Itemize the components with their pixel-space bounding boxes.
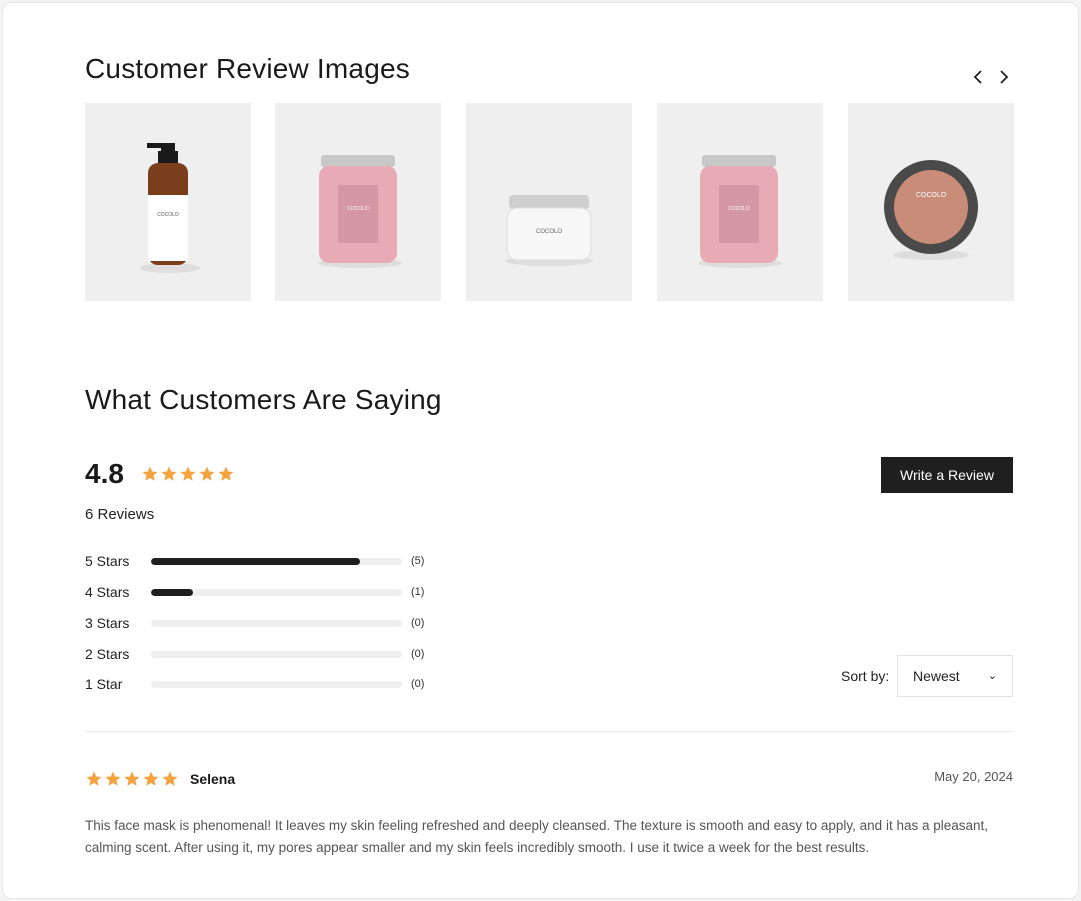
reviews-card: Customer Review Images COCOLO COCOLO COC… xyxy=(2,2,1079,899)
tin-label: COCOLO xyxy=(916,192,947,199)
star-icon xyxy=(86,771,102,786)
star-icon xyxy=(218,466,234,481)
round-tin-image: COCOLO xyxy=(884,160,978,260)
rating-bar-track xyxy=(151,650,402,658)
reviews-title: What Customers Are Saying xyxy=(85,384,442,415)
star-icon xyxy=(199,466,215,481)
divider xyxy=(85,731,1013,732)
gallery-nav xyxy=(971,67,1011,87)
star-icon xyxy=(105,771,121,786)
review-body: This face mask is phenomenal! It leaves … xyxy=(85,818,989,855)
jar-label: COCOLO xyxy=(347,206,369,212)
rating-bar-label: 5 Stars xyxy=(85,553,130,569)
rating-bar-track xyxy=(151,680,402,688)
star-icon xyxy=(161,466,177,481)
review-image-5[interactable]: COCOLO xyxy=(848,103,1014,301)
rating-bar-label: 4 Stars xyxy=(85,584,130,600)
review-image-4[interactable]: COCOLO xyxy=(657,103,823,301)
star-icon xyxy=(162,771,178,786)
rating-bar-label: 2 Stars xyxy=(85,646,130,662)
white-jar-label: COCOLO xyxy=(536,229,562,235)
review-count: 6 Reviews xyxy=(85,506,155,523)
write-review-button[interactable]: Write a Review xyxy=(881,457,1013,493)
rating-bar-fill xyxy=(151,588,193,596)
rating-bar-count: (5) xyxy=(411,555,425,567)
rating-bar-3: 3 Stars (0) xyxy=(85,613,424,633)
review-image-2[interactable]: COCOLO xyxy=(275,103,441,301)
rating-bar-count: (0) xyxy=(411,678,425,690)
chevron-down-icon: ⌄ xyxy=(987,670,997,682)
rating-bar-1: 1 Star (0) xyxy=(85,674,424,694)
pink-jar-image: COCOLO xyxy=(698,155,782,268)
sort-label: Sort by: xyxy=(841,668,890,684)
rating-bar-label: 1 Star xyxy=(85,676,123,692)
star-icon xyxy=(143,771,159,786)
rating-bar-count: (0) xyxy=(411,617,425,629)
review-image-1[interactable]: COCOLO xyxy=(85,103,251,301)
sort-value: Newest xyxy=(913,668,960,684)
chevron-right-icon xyxy=(1000,70,1009,84)
review-image-3[interactable]: COCOLO xyxy=(466,103,632,301)
rating-bar-4: 4 Stars (1) xyxy=(85,582,424,602)
average-rating: 4.8 xyxy=(85,458,124,489)
rating-bar-fill xyxy=(151,557,361,565)
rating-bar-count: (0) xyxy=(411,648,425,660)
chevron-left-icon xyxy=(973,70,982,84)
sort-select[interactable]: Newest ⌄ xyxy=(897,655,1013,697)
pump-bottle-image: COCOLO xyxy=(140,143,200,273)
rating-bar-2: 2 Stars (0) xyxy=(85,644,424,664)
rating-bar-5: 5 Stars (5) xyxy=(85,551,424,571)
rating-bar-count: (1) xyxy=(411,586,425,598)
bottle-label: COCOLO xyxy=(157,212,179,218)
star-icon xyxy=(142,466,158,481)
review-stars xyxy=(85,770,179,788)
review-date: May 20, 2024 xyxy=(934,769,1013,784)
rating-bar-track xyxy=(151,557,402,565)
next-arrow-button[interactable] xyxy=(997,67,1011,87)
rating-bar-track xyxy=(151,619,402,627)
gallery-title: Customer Review Images xyxy=(85,53,410,84)
star-icon xyxy=(124,771,140,786)
rating-bar-track xyxy=(151,588,402,596)
rating-bar-label: 3 Stars xyxy=(85,615,130,631)
pink-jar-image: COCOLO xyxy=(318,155,402,268)
white-jar-image: COCOLO xyxy=(505,195,593,266)
star-icon xyxy=(180,466,196,481)
prev-arrow-button[interactable] xyxy=(971,67,985,87)
average-stars xyxy=(141,465,235,483)
reviewer-name: Selena xyxy=(190,771,236,787)
jar-label: COCOLO xyxy=(728,206,750,212)
